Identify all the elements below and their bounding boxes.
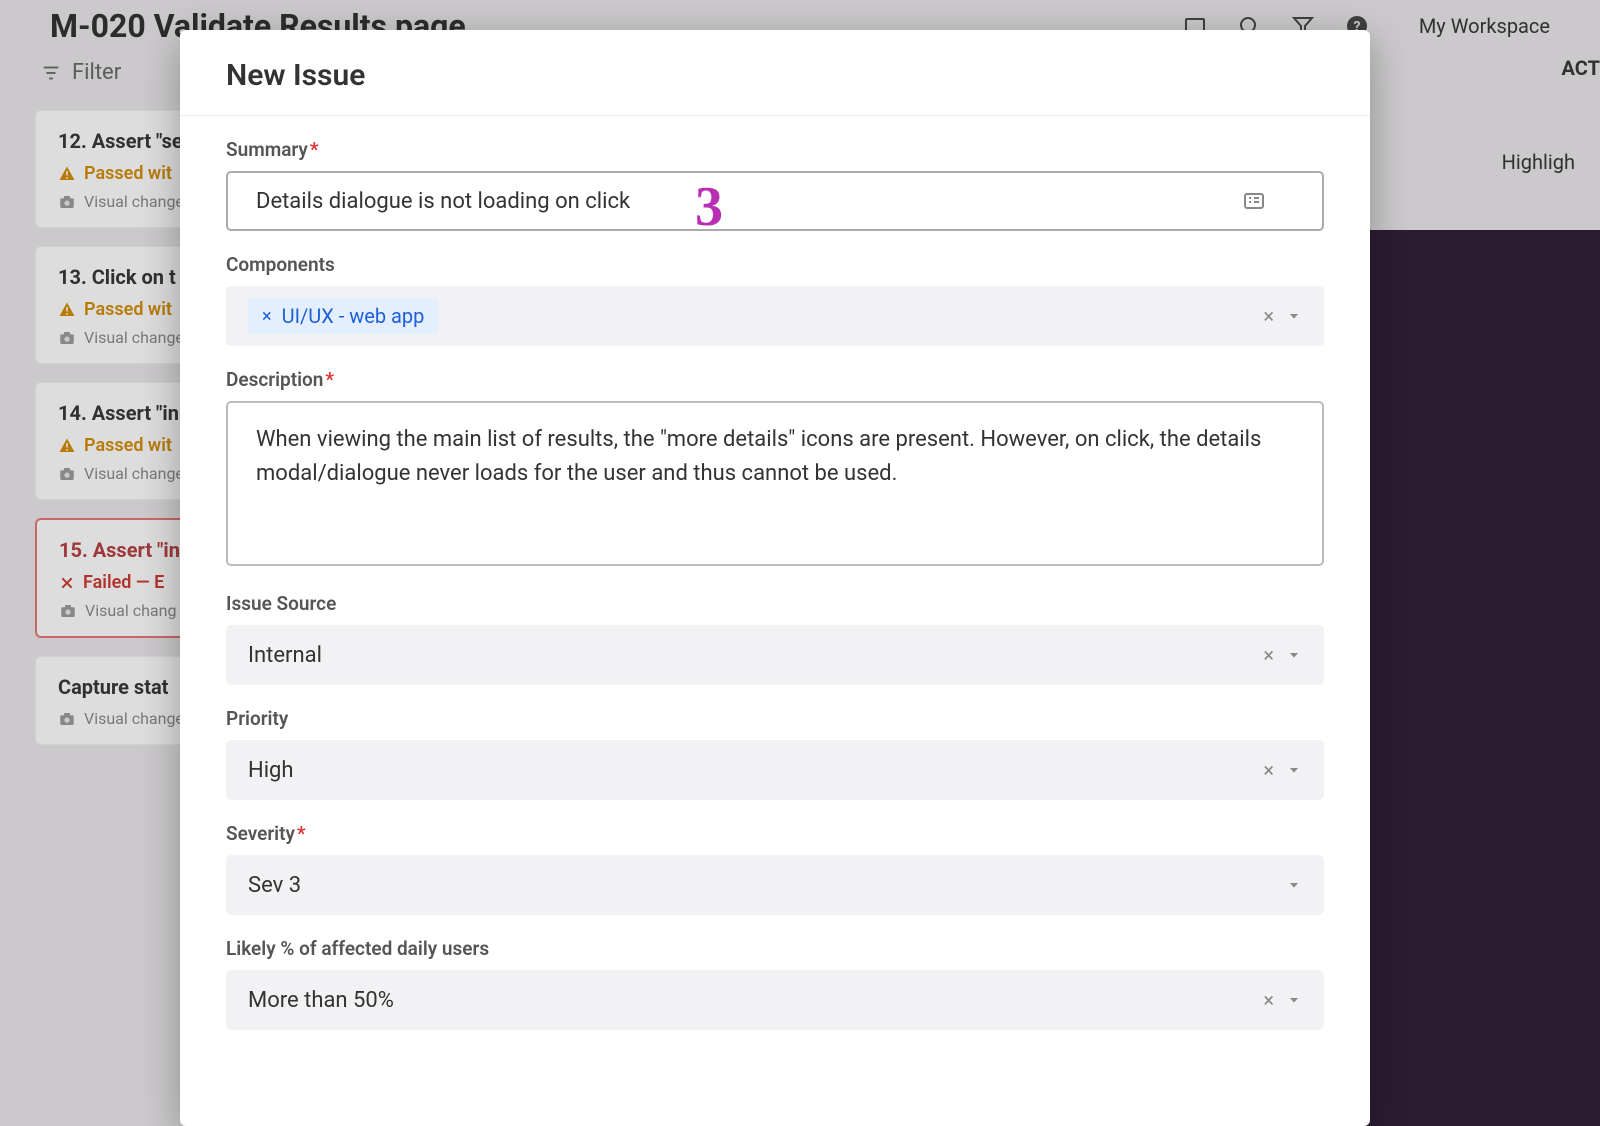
issue-source-label: Issue Source bbox=[226, 592, 1324, 615]
components-select[interactable]: × UI/UX - web app × bbox=[226, 286, 1324, 346]
summary-value: Details dialogue is not loading on click bbox=[256, 189, 1242, 214]
description-textarea[interactable] bbox=[226, 401, 1324, 566]
severity-value: Sev 3 bbox=[248, 873, 301, 898]
summary-label: Summary bbox=[226, 138, 1324, 161]
caret-down-icon[interactable] bbox=[1286, 308, 1302, 324]
caret-down-icon[interactable] bbox=[1286, 992, 1302, 1008]
modal-header: New Issue bbox=[180, 30, 1370, 116]
clear-icon[interactable]: × bbox=[1263, 988, 1274, 1012]
affected-pct-select[interactable]: More than 50% × bbox=[226, 970, 1324, 1030]
caret-down-icon[interactable] bbox=[1286, 877, 1302, 893]
clear-icon[interactable]: × bbox=[1263, 304, 1274, 328]
summary-input[interactable]: Details dialogue is not loading on click bbox=[226, 171, 1324, 231]
modal-title: New Issue bbox=[226, 58, 1324, 93]
priority-value: High bbox=[248, 758, 294, 783]
modal-body: Summary Details dialogue is not loading … bbox=[180, 116, 1370, 1126]
issue-source-select[interactable]: Internal × bbox=[226, 625, 1324, 685]
issue-source-value: Internal bbox=[248, 643, 322, 668]
component-chip[interactable]: × UI/UX - web app bbox=[248, 298, 438, 334]
severity-select[interactable]: Sev 3 bbox=[226, 855, 1324, 915]
caret-down-icon[interactable] bbox=[1286, 762, 1302, 778]
severity-label: Severity bbox=[226, 822, 1324, 845]
clear-icon[interactable]: × bbox=[1263, 643, 1274, 667]
new-issue-modal: New Issue Summary Details dialogue is no… bbox=[180, 30, 1370, 1126]
description-label: Description bbox=[226, 368, 1324, 391]
priority-select[interactable]: High × bbox=[226, 740, 1324, 800]
affected-pct-value: More than 50% bbox=[248, 988, 394, 1013]
card-icon[interactable] bbox=[1242, 189, 1266, 213]
caret-down-icon[interactable] bbox=[1286, 647, 1302, 663]
clear-icon[interactable]: × bbox=[1263, 758, 1274, 782]
affected-pct-label: Likely % of affected daily users bbox=[226, 937, 1324, 960]
components-label: Components bbox=[226, 253, 1324, 276]
chip-label: UI/UX - web app bbox=[282, 304, 425, 328]
priority-label: Priority bbox=[226, 707, 1324, 730]
chip-remove-icon[interactable]: × bbox=[262, 306, 272, 327]
